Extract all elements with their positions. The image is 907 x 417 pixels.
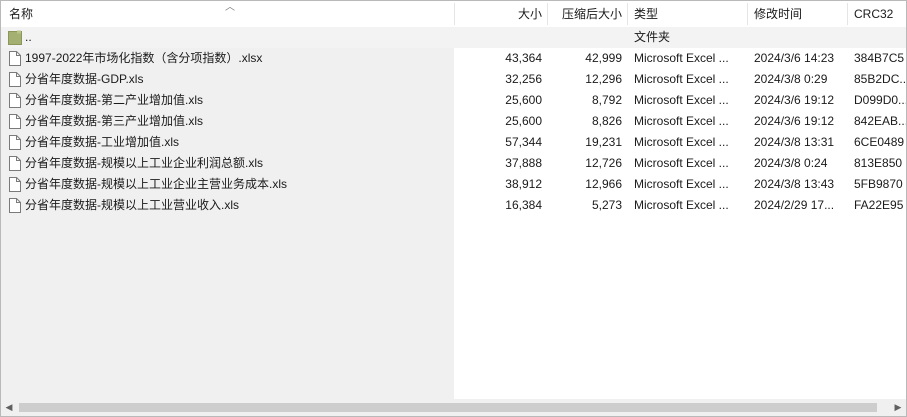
file-type: Microsoft Excel ... [634,72,729,86]
file-modified-time: 2024/3/6 14:23 [754,51,835,65]
file-size: 38,912 [505,177,542,191]
document-icon [9,156,21,171]
file-crc32: 5FB9870 [854,177,903,191]
document-icon [9,198,21,213]
column-header-bar: 名称 ︿ 大小 压缩后大小 类型 修改时间 CRC32 [1,1,906,27]
file-name: 分省年度数据-规模以上工业营业收入.xls [25,198,239,212]
column-header-crc32[interactable]: CRC32 [854,1,906,27]
document-icon [9,93,21,108]
file-name: 分省年度数据-第二产业增加值.xls [25,93,203,107]
file-type: Microsoft Excel ... [634,51,729,65]
file-size: 16,384 [505,198,542,212]
file-type: Microsoft Excel ... [634,114,729,128]
file-type: Microsoft Excel ... [634,93,729,107]
column-divider[interactable] [847,3,848,25]
column-header-name[interactable]: 名称 [9,1,209,27]
file-size: 43,364 [505,51,542,65]
table-row[interactable]: 分省年度数据-第三产业增加值.xls 25,600 8,826 Microsof… [1,111,906,132]
table-row[interactable]: 分省年度数据-工业增加值.xls 57,344 19,231 Microsoft… [1,132,906,153]
file-crc32: 6CE0489 [854,135,905,149]
document-icon [9,177,21,192]
file-packed-size: 12,296 [585,72,622,86]
file-packed-size: 42,999 [585,51,622,65]
archive-file-list-window: 名称 ︿ 大小 压缩后大小 类型 修改时间 CRC32 .. 文件夹 1997-… [0,0,907,417]
file-crc32: 384B7C5 [854,51,905,65]
table-row[interactable]: 分省年度数据-规模以上工业营业收入.xls 16,384 5,273 Micro… [1,195,906,216]
file-modified-time: 2024/3/8 0:24 [754,156,828,170]
file-packed-size: 5,273 [591,198,622,212]
file-modified-time: 2024/3/8 13:43 [754,177,835,191]
scroll-right-arrow-icon[interactable]: ▶ [890,399,906,416]
file-name: 分省年度数据-第三产业增加值.xls [25,114,203,128]
file-packed-size: 12,726 [585,156,622,170]
file-type: Microsoft Excel ... [634,135,729,149]
file-name: 1997-2022年市场化指数（含分项指数）.xlsx [25,51,263,65]
sort-ascending-icon: ︿ [225,2,235,13]
file-modified-time: 2024/3/8 0:29 [754,72,828,86]
scroll-left-arrow-icon[interactable]: ◀ [1,399,17,416]
document-icon [9,135,21,150]
column-header-packed-size[interactable]: 压缩后大小 [548,1,622,27]
file-name: 分省年度数据-GDP.xls [25,72,144,86]
column-divider[interactable] [747,3,748,25]
table-row[interactable]: 分省年度数据-规模以上工业企业利润总额.xls 37,888 12,726 Mi… [1,153,906,174]
file-modified-time: 2024/3/8 13:31 [754,135,835,149]
file-size: 57,344 [505,135,542,149]
file-crc32: D099D0... [854,93,906,107]
file-packed-size: 19,231 [585,135,622,149]
file-type: Microsoft Excel ... [634,177,729,191]
folder-icon [8,30,22,45]
horizontal-scrollbar[interactable]: ◀ ▶ [1,399,906,416]
document-icon [9,51,21,66]
file-crc32: 842EAB... [854,114,906,128]
file-name: .. [25,30,32,44]
file-type: Microsoft Excel ... [634,156,729,170]
file-type: 文件夹 [634,30,671,44]
file-packed-size: 12,966 [585,177,622,191]
scrollbar-thumb[interactable] [19,403,877,412]
table-row[interactable]: 分省年度数据-第二产业增加值.xls 25,600 8,792 Microsof… [1,90,906,111]
file-packed-size: 8,826 [591,114,622,128]
document-icon [9,114,21,129]
file-name: 分省年度数据-工业增加值.xls [25,135,179,149]
file-name: 分省年度数据-规模以上工业企业利润总额.xls [25,156,263,170]
file-modified-time: 2024/2/29 17... [754,198,835,212]
column-header-modified[interactable]: 修改时间 [754,1,844,27]
file-crc32: 85B2DC... [854,72,906,86]
file-modified-time: 2024/3/6 19:12 [754,114,835,128]
file-modified-time: 2024/3/6 19:12 [754,93,835,107]
file-size: 25,600 [505,93,542,107]
column-header-type[interactable]: 类型 [634,1,744,27]
file-crc32: 813E850 [854,156,903,170]
file-size: 32,256 [505,72,542,86]
table-row[interactable]: 分省年度数据-规模以上工业企业主营业务成本.xls 38,912 12,966 … [1,174,906,195]
file-packed-size: 8,792 [591,93,622,107]
list-item-parent-folder[interactable]: .. 文件夹 [1,27,906,48]
file-crc32: FA22E95 [854,198,904,212]
column-divider[interactable] [627,3,628,25]
file-size: 25,600 [505,114,542,128]
document-icon [9,72,21,87]
column-header-size[interactable]: 大小 [455,1,542,27]
table-row[interactable]: 分省年度数据-GDP.xls 32,256 12,296 Microsoft E… [1,69,906,90]
file-size: 37,888 [505,156,542,170]
file-type: Microsoft Excel ... [634,198,729,212]
file-name: 分省年度数据-规模以上工业企业主营业务成本.xls [25,177,287,191]
table-row[interactable]: 1997-2022年市场化指数（含分项指数）.xlsx 43,364 42,99… [1,48,906,69]
